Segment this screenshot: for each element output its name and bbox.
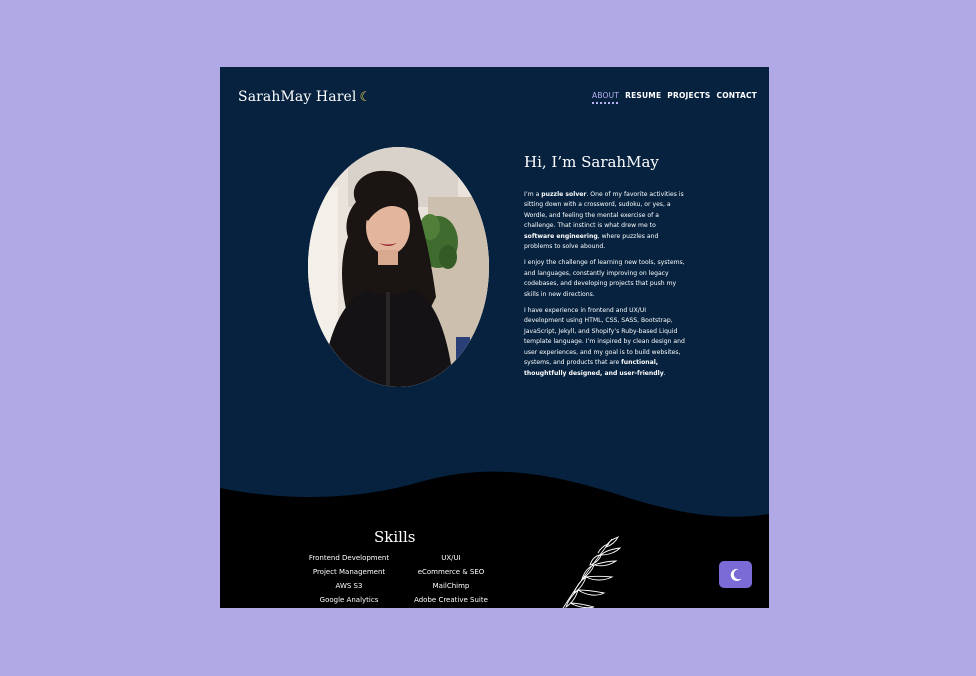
bio-highlight: puzzle solver xyxy=(541,191,587,198)
bio-paragraph-1: I’m a puzzle solver. One of my favorite … xyxy=(524,190,686,252)
nav-contact[interactable]: CONTACT xyxy=(716,91,757,100)
skill-item: eCommerce & SEO xyxy=(417,568,485,576)
about-heading: Hi, I’m SarahMay xyxy=(524,153,659,171)
skill-item: UX/UI xyxy=(441,554,461,562)
bio-paragraph-3: I have experience in frontend and UX/UI … xyxy=(524,306,686,379)
main-nav: ABOUT RESUME PROJECTS CONTACT xyxy=(591,91,757,104)
nav-projects[interactable]: PROJECTS xyxy=(667,91,710,100)
profile-photo-illustration xyxy=(308,147,489,387)
bio-text: . xyxy=(663,369,666,377)
skill-item: AWS S3 xyxy=(335,582,363,590)
fern-leaf-icon xyxy=(562,535,622,608)
profile-photo xyxy=(308,147,489,387)
skill-item: Adobe Creative Suite xyxy=(414,596,488,604)
bio-paragraph-2: I enjoy the challenge of learning new to… xyxy=(524,259,685,298)
bio-text: I have experience in frontend and UX/UI … xyxy=(524,307,685,367)
nav-resume[interactable]: RESUME xyxy=(625,91,661,100)
skill-item: Project Management xyxy=(312,568,386,576)
theme-toggle-button[interactable] xyxy=(719,561,752,588)
site-frame: SarahMay Harel ☾ ABOUT RESUME PROJECTS CO… xyxy=(220,67,769,608)
about-bio: I’m a puzzle solver. One of my favorite … xyxy=(524,190,686,385)
logo-text: SarahMay Harel xyxy=(238,89,357,105)
bio-highlight: software engineering xyxy=(524,232,598,240)
skills-title: Skills xyxy=(374,528,416,546)
site-logo[interactable]: SarahMay Harel ☾ xyxy=(238,89,371,105)
nav-about[interactable]: ABOUT xyxy=(591,91,620,104)
crescent-moon-icon: ☾ xyxy=(359,90,372,105)
skill-item: Google Analytics xyxy=(319,596,379,604)
skill-item: MailChimp xyxy=(432,582,470,590)
bio-text: I’m a xyxy=(524,191,542,198)
skill-item: Frontend Development xyxy=(308,554,390,562)
skills-list: Frontend Development UX/UI Project Manag… xyxy=(300,553,500,606)
moon-icon xyxy=(730,568,742,581)
